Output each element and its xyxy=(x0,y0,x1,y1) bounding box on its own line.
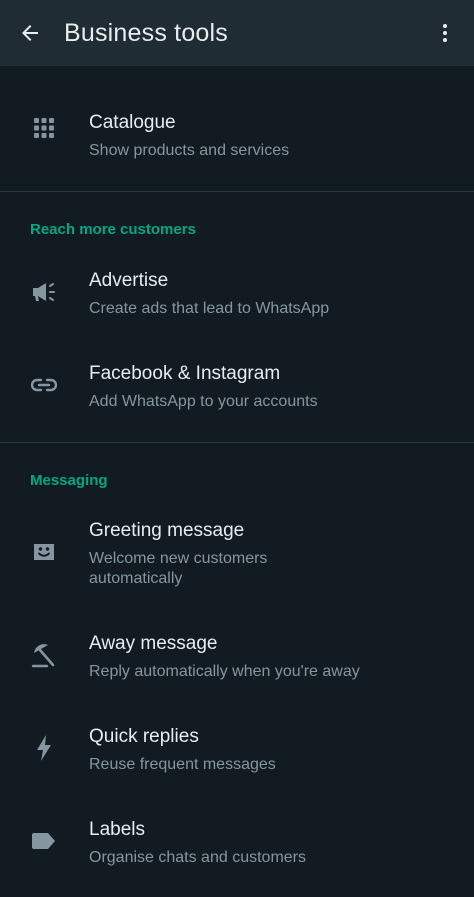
greeting-message-item[interactable]: Greeting message Welcome new customers a… xyxy=(0,506,474,606)
away-message-label: Away message xyxy=(89,633,218,654)
section-header-reach-more-customers: Reach more customers xyxy=(30,221,196,238)
divider xyxy=(0,191,474,192)
facebook-instagram-label: Facebook & Instagram xyxy=(89,363,281,384)
quick-replies-item[interactable]: Quick replies Reuse frequent messages xyxy=(0,712,474,792)
greeting-face-icon xyxy=(30,538,58,566)
more-vert-icon xyxy=(443,24,447,42)
back-button[interactable] xyxy=(0,0,60,66)
labels-item[interactable]: Labels Organise chats and customers xyxy=(0,805,474,885)
catalogue-subtitle: Show products and services xyxy=(89,142,290,159)
lightning-icon xyxy=(30,734,58,762)
arrow-back-icon xyxy=(22,25,38,41)
megaphone-icon xyxy=(30,278,58,306)
advertise-item[interactable]: Advertise Create ads that lead to WhatsA… xyxy=(0,256,474,336)
quick-replies-subtitle: Reuse frequent messages xyxy=(89,756,276,773)
greeting-message-label: Greeting message xyxy=(89,520,245,541)
divider xyxy=(0,442,474,443)
catalogue-item[interactable]: Catalogue Show products and services xyxy=(0,86,474,176)
labels-label: Labels xyxy=(89,819,145,840)
facebook-instagram-subtitle: Add WhatsApp to your accounts xyxy=(89,393,318,410)
away-message-item[interactable]: Away message Reply automatically when yo… xyxy=(0,619,474,699)
away-message-subtitle: Reply automatically when you're away xyxy=(89,663,360,680)
grid-icon xyxy=(30,114,58,142)
facebook-instagram-item[interactable]: Facebook & Instagram Add WhatsApp to you… xyxy=(0,349,474,429)
beach-umbrella-icon xyxy=(30,641,58,669)
link-icon xyxy=(30,371,58,399)
labels-subtitle: Organise chats and customers xyxy=(89,849,306,866)
label-tag-icon xyxy=(30,827,58,855)
catalogue-label: Catalogue xyxy=(89,112,176,133)
page-title: Business tools xyxy=(64,18,228,47)
advertise-label: Advertise xyxy=(89,270,169,291)
advertise-subtitle: Create ads that lead to WhatsApp xyxy=(89,300,330,317)
section-header-messaging: Messaging xyxy=(30,472,108,489)
quick-replies-label: Quick replies xyxy=(89,726,199,747)
settings-list: Catalogue Show products and services Rea… xyxy=(0,66,474,897)
more-options-button[interactable] xyxy=(430,18,460,48)
app-bar: Business tools xyxy=(0,0,474,66)
greeting-message-subtitle: Welcome new customers automatically xyxy=(89,550,268,587)
